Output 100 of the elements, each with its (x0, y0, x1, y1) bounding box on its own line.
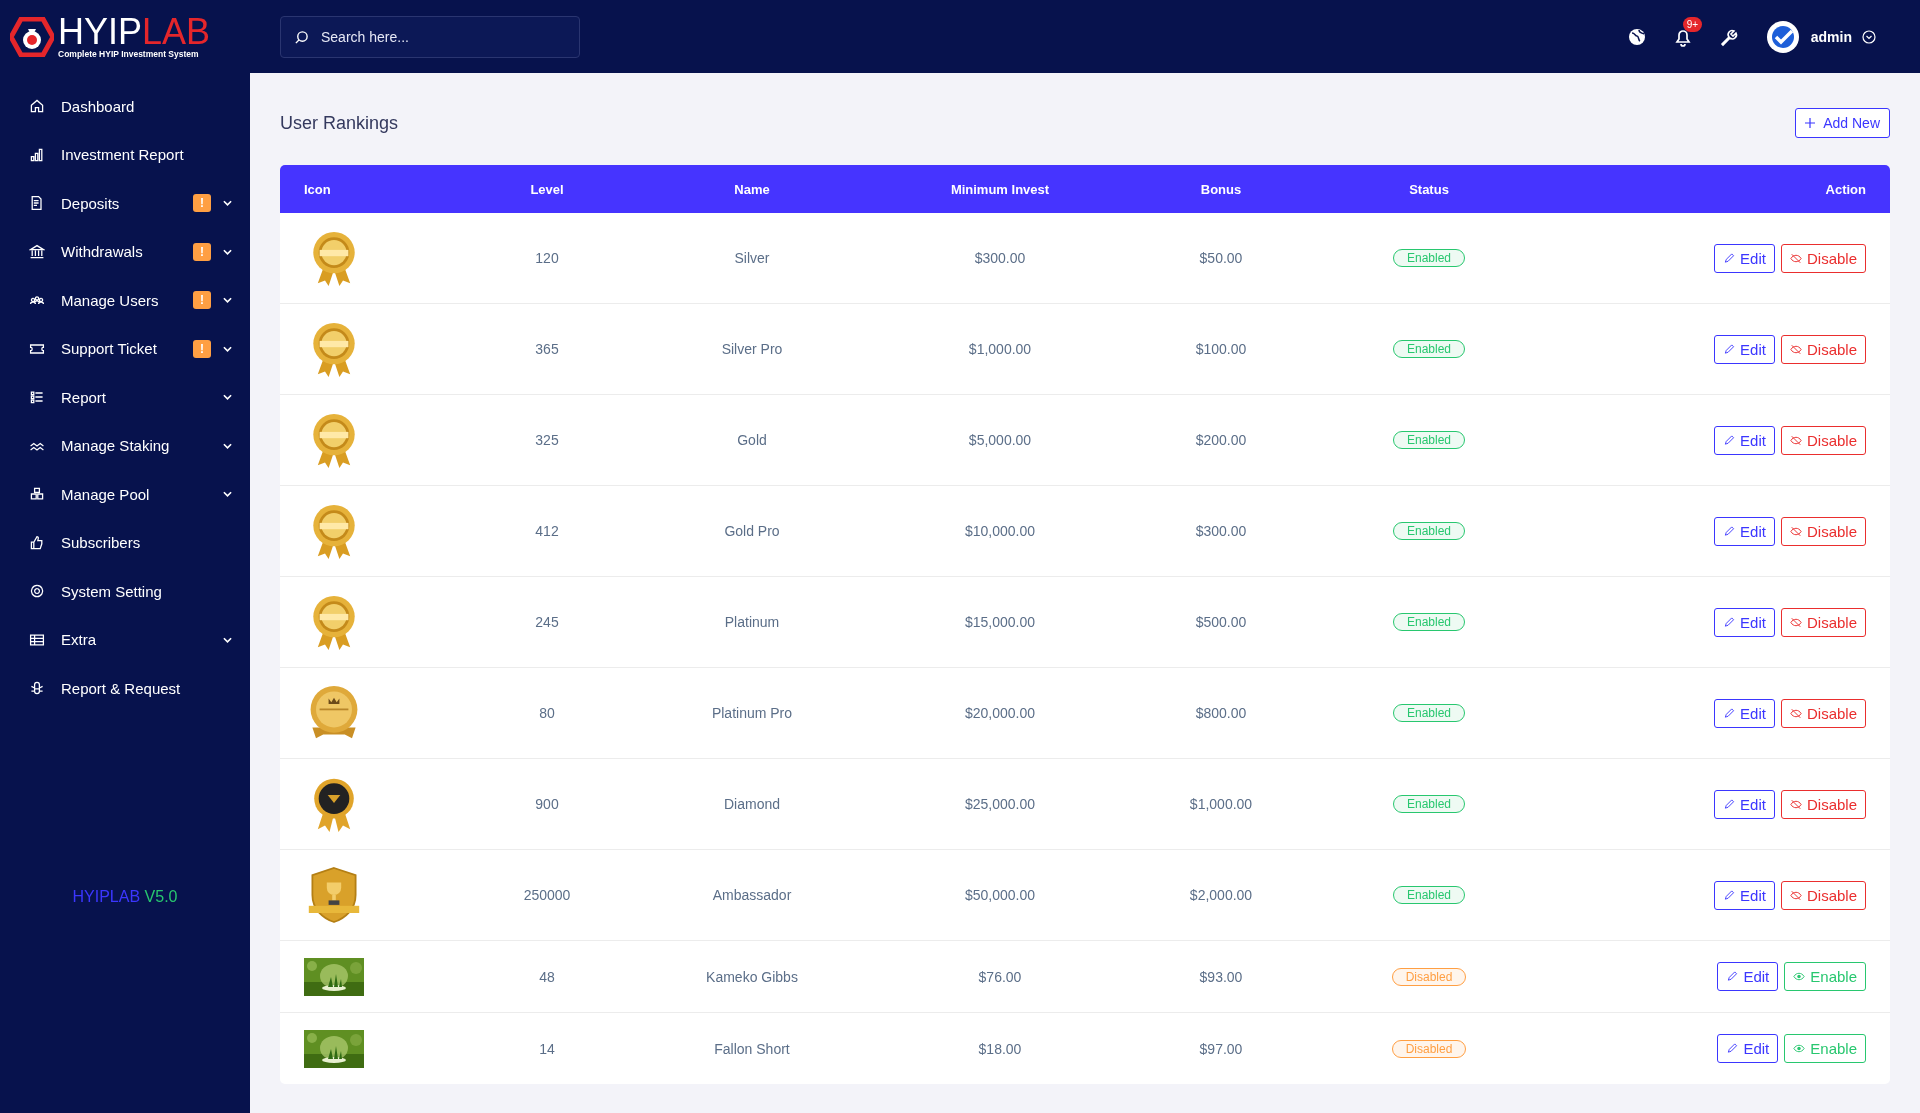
column-header: Bonus (1199, 181, 1243, 197)
table-cell-text: $50,000.00 (963, 887, 1037, 903)
table-cell-text: Fallon Short (713, 1040, 791, 1057)
status-badge: Disabled (1391, 967, 1467, 986)
plus-icon (1805, 118, 1816, 128)
column-header: Name (733, 181, 771, 197)
notification-badge: 9+ (1682, 16, 1703, 32)
toggle-button[interactable]: Disable (1780, 425, 1866, 455)
sidebar-item[interactable]: Dashboard (0, 82, 250, 131)
edit-button[interactable]: Edit (1714, 516, 1775, 546)
table-cell-text: Platinum Pro (710, 705, 794, 721)
logo-name: HYIPLAB (58, 15, 211, 49)
table-cell-text: 365 (534, 341, 560, 357)
user-name[interactable]: admin (1810, 28, 1852, 45)
globe-icon[interactable] (1626, 26, 1647, 47)
alert-badge: ! (193, 339, 211, 358)
edit-button[interactable]: Edit (1714, 334, 1775, 364)
table-cell-text: 412 (534, 523, 560, 539)
sidebar-item[interactable]: Withdrawals ! (0, 227, 250, 276)
add-new-button[interactable]: Add New (1795, 108, 1890, 138)
table-cell-text: 250000 (522, 887, 572, 903)
table-cell-text: 245 (534, 614, 560, 630)
table-cell-text: 48 (538, 968, 556, 985)
sidebar-item[interactable]: Extra (0, 615, 250, 664)
table-cell-text: Kameko Gibbs (705, 968, 799, 985)
table-cell-text: Silver Pro (720, 341, 784, 357)
bars-icon (29, 146, 45, 163)
sidebar-item[interactable]: Support Ticket ! (0, 324, 250, 373)
toggle-button[interactable]: Disable (1780, 698, 1866, 728)
logo-icon (10, 17, 54, 57)
table-cell-text: $800.00 (1194, 705, 1248, 721)
table-cell-text: $300.00 (1194, 523, 1248, 539)
edit-button[interactable]: Edit (1717, 1034, 1779, 1063)
table-cell-text: $1,000.00 (967, 341, 1033, 357)
toggle-button[interactable]: Disable (1780, 789, 1866, 819)
eye-slash-icon (1789, 707, 1802, 719)
eye-slash-icon (1789, 343, 1802, 355)
status-badge: Enabled (1392, 704, 1465, 722)
table-cell-text: $15,000.00 (963, 614, 1037, 630)
home-icon (29, 98, 45, 115)
table-cell-text: $97.00 (1198, 1040, 1244, 1057)
chevron-icon[interactable] (1862, 29, 1876, 44)
toggle-button[interactable]: Disable (1780, 516, 1866, 546)
table-cell-text: $93.00 (1198, 968, 1244, 985)
edit-button[interactable]: Edit (1714, 243, 1775, 273)
table-cell-text: 900 (534, 796, 560, 812)
sidebar-item[interactable]: Manage Staking (0, 421, 250, 470)
toggle-button[interactable]: Disable (1780, 334, 1866, 364)
table-cell-text: Diamond (723, 796, 781, 812)
toggle-button[interactable]: Disable (1780, 607, 1866, 637)
edit-button[interactable]: Edit (1717, 962, 1779, 991)
toggle-button[interactable]: Disable (1780, 880, 1866, 910)
edit-button[interactable]: Edit (1714, 425, 1775, 455)
table-cell-text: $300.00 (973, 250, 1027, 266)
edit-button[interactable]: Edit (1714, 789, 1775, 819)
table-cell-text: Silver (733, 250, 771, 266)
thumb-icon (29, 534, 45, 551)
pencil-icon (1723, 252, 1736, 264)
eye-slash-icon (1789, 252, 1802, 264)
eye-slash-icon (1789, 889, 1802, 901)
bank-icon (29, 243, 45, 260)
table-cell-text: $200.00 (1194, 432, 1248, 448)
eye-slash-icon (1789, 616, 1802, 628)
alert-badge: ! (193, 291, 211, 310)
status-badge: Enabled (1392, 795, 1465, 813)
sidebar-item[interactable]: Report & Request (0, 664, 250, 713)
table-cell-text: $1,000.00 (1188, 796, 1254, 812)
page-title: User Rankings (280, 112, 399, 134)
table-cell-text: Platinum (723, 614, 781, 630)
table-cell-text: $100.00 (1194, 341, 1248, 357)
sidebar-item[interactable]: Report (0, 373, 250, 422)
eye-slash-icon (1789, 798, 1802, 810)
toggle-button[interactable]: Disable (1780, 243, 1866, 273)
status-badge: Enabled (1392, 340, 1465, 358)
table-cell-text: $5,000.00 (967, 432, 1033, 448)
table-cell-text: $500.00 (1194, 614, 1248, 630)
sidebar-item[interactable]: Subscribers (0, 518, 250, 567)
ring-icon (29, 583, 45, 600)
column-header: Action (1824, 181, 1867, 197)
table-cell-text: $76.00 (977, 968, 1023, 985)
edit-button[interactable]: Edit (1714, 698, 1775, 728)
search-field[interactable]: Search here... (280, 15, 580, 58)
pencil-icon (1723, 798, 1736, 810)
edit-button[interactable]: Edit (1714, 880, 1775, 910)
column-header: Minimum Invest (949, 181, 1051, 197)
table-cell-text: $18.00 (977, 1040, 1023, 1057)
sidebar-item[interactable]: Deposits ! (0, 179, 250, 228)
table-cell-text: 120 (534, 250, 560, 266)
search-icon (294, 29, 309, 45)
sidebar-item[interactable]: System Setting (0, 567, 250, 616)
sidebar-item[interactable]: Manage Pool (0, 470, 250, 519)
column-header: Level (529, 181, 565, 197)
avatar-icon[interactable] (1764, 18, 1801, 55)
shield-badge-icon (307, 865, 361, 925)
table-cell-text: Gold (736, 432, 768, 448)
pencil-icon (1723, 889, 1736, 901)
edit-button[interactable]: Edit (1714, 607, 1775, 637)
sidebar-item[interactable]: Investment Report (0, 130, 250, 179)
status-badge: Enabled (1392, 886, 1465, 904)
sidebar-item[interactable]: Manage Users ! (0, 276, 250, 325)
